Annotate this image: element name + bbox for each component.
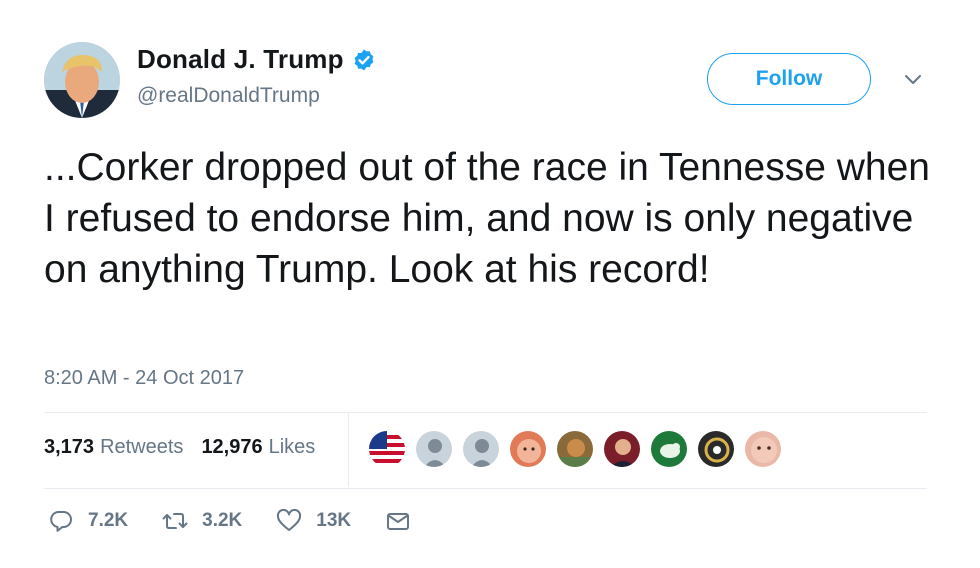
retweet-button[interactable]: 3.2K [162, 508, 242, 534]
divider [44, 488, 927, 489]
follow-button[interactable]: Follow [707, 53, 871, 105]
profile-avatar[interactable] [44, 42, 120, 118]
likes-label: Likes [268, 436, 316, 458]
divider [44, 412, 927, 413]
like-count: 13K [316, 510, 352, 531]
heart-icon [277, 508, 302, 531]
direct-message-button[interactable] [385, 508, 411, 534]
reply-count: 7.2K [88, 510, 129, 531]
reply-icon [50, 511, 72, 532]
retweets-label: Retweets [100, 436, 184, 458]
face-avatar-icon[interactable] [509, 430, 547, 468]
user-handle[interactable]: @realDonaldTrump [137, 84, 320, 108]
retweet-icon [162, 513, 188, 529]
tweet-text: ...Corker dropped out of the race in Ten… [44, 146, 930, 291]
reply-button[interactable]: 7.2K [48, 508, 128, 534]
likes-count: 12,976 [201, 436, 263, 458]
us-flag-avatar-icon[interactable] [368, 430, 406, 468]
default-avatar-icon[interactable] [415, 430, 453, 468]
likers-list [368, 430, 791, 468]
retweet-count: 3.2K [202, 510, 243, 531]
user-name-row[interactable]: Donald J. Trump [137, 44, 376, 75]
tweet-stats: 3,173 Retweets 12,976 Likes [44, 436, 315, 459]
default-avatar-icon[interactable] [462, 430, 500, 468]
envelope-icon [387, 513, 410, 530]
verified-badge-icon [352, 48, 376, 72]
retweets-stat[interactable]: 3,173 Retweets [44, 436, 183, 459]
green-bird-avatar-icon[interactable] [650, 430, 688, 468]
display-name[interactable]: Donald J. Trump [137, 44, 344, 75]
painting-avatar-icon[interactable] [556, 430, 594, 468]
face-avatar-icon[interactable] [744, 430, 782, 468]
tweet-actions: 7.2K 3.2K 13K [48, 508, 445, 534]
tweet-timestamp[interactable]: 8:20 AM - 24 Oct 2017 [44, 367, 244, 390]
circle-logo-avatar-icon[interactable] [697, 430, 735, 468]
stats-divider [348, 413, 349, 487]
like-button[interactable]: 13K [276, 508, 351, 534]
portrait-avatar-icon[interactable] [603, 430, 641, 468]
retweets-count: 3,173 [44, 436, 95, 458]
likes-stat[interactable]: 12,976 Likes [201, 436, 315, 459]
chevron-down-icon[interactable] [902, 68, 924, 90]
